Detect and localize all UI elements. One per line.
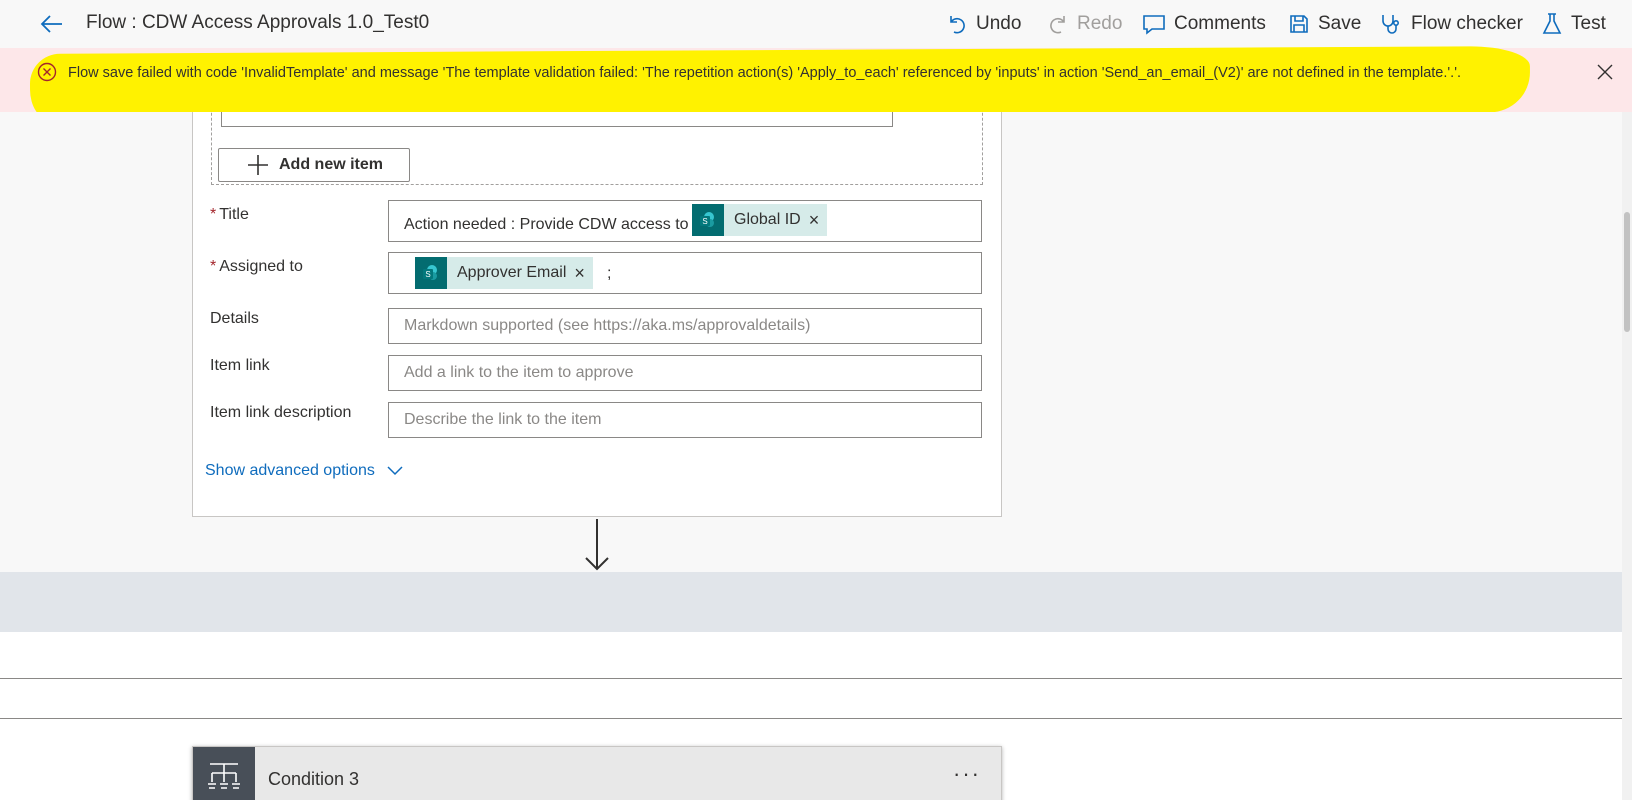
approver-email-token[interactable]: S Approver Email × [415,257,593,289]
approver-email-token-label: Approver Email [457,264,567,281]
more-options-icon[interactable]: ··· [953,761,981,787]
item-link-label: Item link [210,357,270,374]
comments-icon [1143,15,1165,35]
details-field[interactable]: Markdown supported (see https://aka.ms/a… [388,308,982,344]
command-bar: Flow : CDW Access Approvals 1.0_Test0 Un… [0,0,1632,48]
global-id-token-label: Global ID [734,211,801,228]
error-message: Flow save failed with code 'InvalidTempl… [68,65,1461,81]
remove-token-icon[interactable]: × [574,263,593,284]
flask-icon [1542,13,1562,34]
assigned-to-suffix: ; [607,265,612,282]
scope-header-band [0,572,1622,632]
item-link-description-field[interactable]: Describe the link to the item [388,402,982,438]
svg-text:S: S [425,270,430,279]
condition-title: Condition 3 [268,769,360,789]
vertical-scrollbar[interactable] [1622,112,1632,800]
array-item-field[interactable] [221,112,893,127]
add-new-item-label: Add new item [279,156,384,173]
undo-label: Undo [976,13,1022,34]
item-link-description-label: Item link description [210,404,352,421]
scrollbar-thumb[interactable] [1624,212,1630,332]
save-icon [1290,15,1308,33]
add-new-item-button[interactable]: Add new item [218,148,410,182]
arrow-down-icon [583,517,611,578]
stethoscope-icon [1382,15,1400,34]
chevron-down-icon [387,466,403,476]
sharepoint-icon: S [415,257,447,289]
close-icon[interactable] [1595,62,1615,82]
details-label: Details [210,310,259,327]
title-label: * Title [210,206,249,223]
save-button[interactable]: Save [1288,10,1361,38]
svg-text:S: S [702,217,707,226]
redo-button[interactable]: Redo [1047,10,1122,38]
remove-token-icon[interactable]: × [809,210,828,231]
save-label: Save [1318,13,1362,34]
undo-button[interactable]: Undo [946,10,1021,38]
comments-button[interactable]: Comments [1142,10,1266,38]
item-link-field[interactable]: Add a link to the item to approve [388,355,982,391]
redo-icon [1050,16,1065,34]
undo-icon [950,16,965,34]
show-advanced-options-link[interactable]: Show advanced options [205,462,403,480]
item-link-placeholder: Add a link to the item to approve [404,364,634,381]
advanced-options-label: Show advanced options [205,462,375,479]
test-label: Test [1571,13,1606,34]
title-text: Action needed : Provide CDW access to [404,216,689,233]
details-placeholder: Markdown supported (see https://aka.ms/a… [404,317,811,334]
error-circle-icon [37,62,57,82]
condition-icon [193,747,255,800]
global-id-token[interactable]: S Global ID × [692,204,828,236]
flow-title: Flow : CDW Access Approvals 1.0_Test0 [86,12,430,33]
divider [0,678,1622,679]
assigned-to-field[interactable]: S Approver Email × ; [388,252,982,294]
comments-label: Comments [1174,13,1266,34]
back-arrow-icon[interactable] [38,10,66,38]
redo-label: Redo [1077,13,1123,34]
flow-checker-button[interactable]: Flow checker [1379,10,1523,38]
test-button[interactable]: Test [1541,10,1606,38]
flow-checker-label: Flow checker [1411,13,1523,34]
designer-canvas: Add new item * Title Action needed : Prov… [0,112,1622,800]
assigned-to-label: * Assigned to [210,258,303,275]
sharepoint-icon: S [692,204,724,236]
plus-icon [248,155,268,175]
condition-card[interactable]: Condition 3 ··· [192,746,1002,800]
title-field[interactable]: Action needed : Provide CDW access to S … [388,200,982,242]
divider [0,718,1622,719]
item-link-description-placeholder: Describe the link to the item [404,411,602,428]
